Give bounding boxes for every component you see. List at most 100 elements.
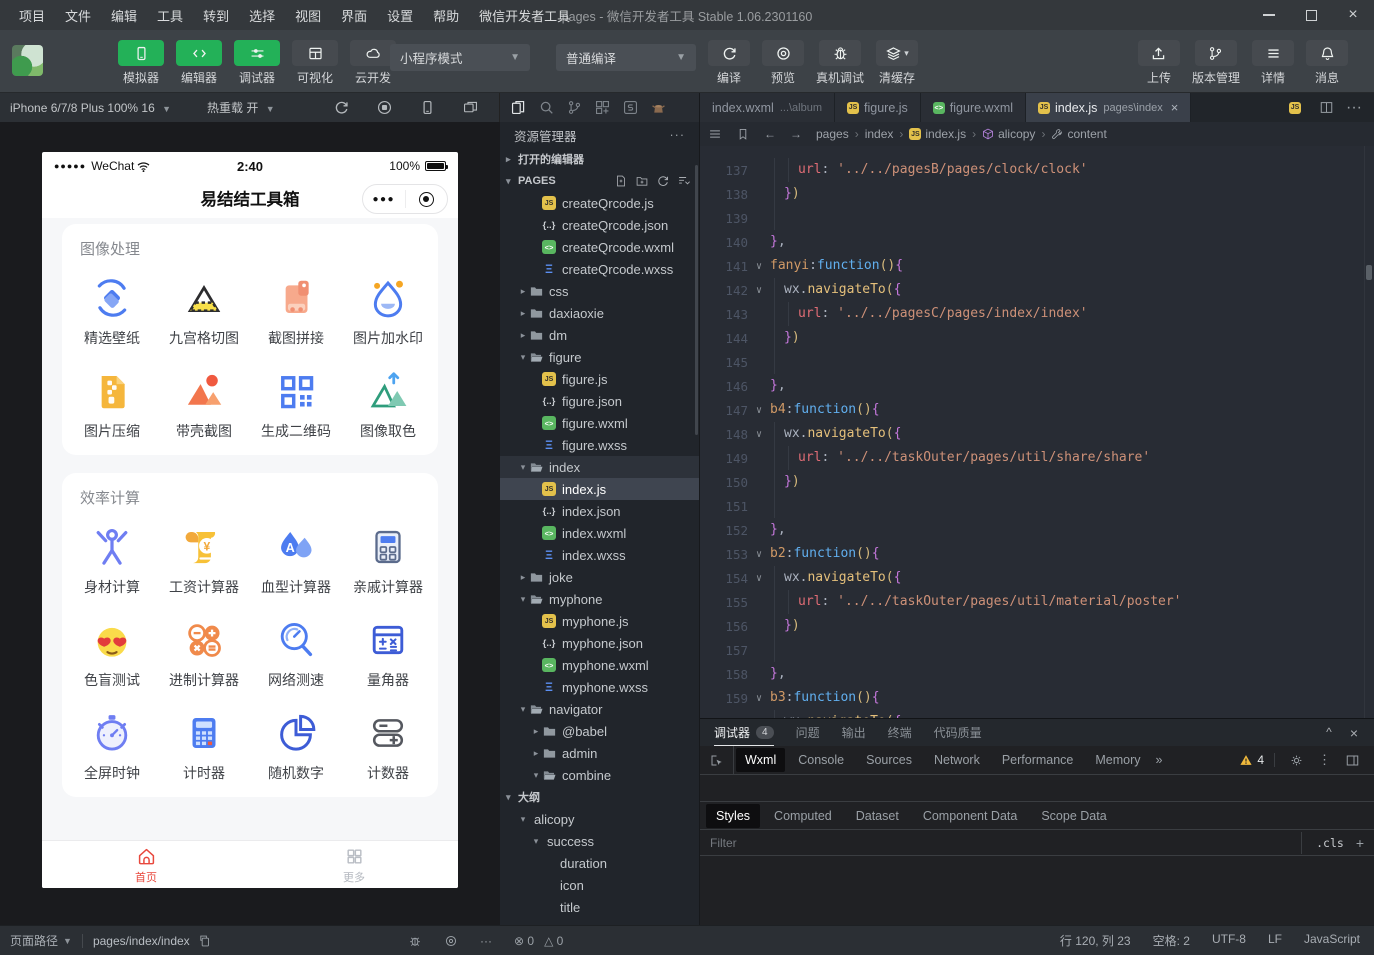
tree-file-figure.json[interactable]: {..}figure.json bbox=[500, 390, 699, 412]
toolbar-action-上传[interactable]: 上传 bbox=[1138, 40, 1180, 86]
pages-root-section[interactable]: ▾PAGES bbox=[500, 170, 699, 192]
debugger-tab-代码质量[interactable]: 代码质量 bbox=[934, 719, 982, 746]
inspect-element-icon[interactable] bbox=[700, 746, 734, 774]
menu-item-工具[interactable]: 工具 bbox=[148, 3, 192, 28]
grid-item-截图拼接[interactable]: 截图拼接 bbox=[250, 261, 342, 354]
debugger-tab-调试器[interactable]: 调试器4 bbox=[714, 719, 774, 746]
toolbar-button-模拟器[interactable]: 模拟器 bbox=[118, 40, 164, 86]
grid-item-图像取色[interactable]: 图像取色 bbox=[342, 354, 434, 447]
devtools-tab-Sources[interactable]: Sources bbox=[857, 748, 921, 772]
outline-item-duration[interactable]: duration bbox=[500, 852, 699, 874]
grid-item-进制计算器[interactable]: 进制计算器 bbox=[158, 603, 250, 696]
editor-tab-figure.wxml[interactable]: <>figure.wxml bbox=[921, 93, 1026, 122]
tree-folder-dm[interactable]: ▸dm bbox=[500, 324, 699, 346]
explorer-scrollbar[interactable] bbox=[695, 165, 698, 435]
devtools-tab-Wxml[interactable]: Wxml bbox=[736, 748, 785, 772]
snippets-icon[interactable] bbox=[622, 99, 639, 116]
toolbar-action-编译[interactable]: 编译 bbox=[708, 40, 750, 86]
exit-button[interactable] bbox=[406, 192, 448, 207]
compile-mode-select[interactable]: 普通编译▼ bbox=[556, 44, 696, 71]
outline-section[interactable]: ▾大纲 bbox=[500, 786, 699, 808]
refresh-explorer-icon[interactable] bbox=[656, 174, 670, 188]
outline-item-alicopy[interactable]: ▾alicopy bbox=[500, 808, 699, 830]
styles-tab-Scope Data[interactable]: Scope Data bbox=[1031, 804, 1116, 828]
dock-side-icon[interactable] bbox=[1345, 753, 1360, 768]
grid-item-工资计算器[interactable]: ¥工资计算器 bbox=[158, 510, 250, 603]
tree-file-myphone.wxml[interactable]: <>myphone.wxml bbox=[500, 654, 699, 676]
menu-item-项目[interactable]: 项目 bbox=[10, 3, 54, 28]
tree-folder-navigator[interactable]: ▾navigator bbox=[500, 698, 699, 720]
menu-item-设置[interactable]: 设置 bbox=[378, 3, 422, 28]
breadcrumb-item-content[interactable]: content bbox=[1051, 127, 1106, 141]
tree-folder-combine[interactable]: ▾combine bbox=[500, 764, 699, 786]
tree-file-figure.js[interactable]: JSfigure.js bbox=[500, 368, 699, 390]
close-button[interactable]: × bbox=[1332, 0, 1374, 30]
plugin-icon[interactable] bbox=[650, 99, 667, 116]
toolbar-button-编辑器[interactable]: 编辑器 bbox=[176, 40, 222, 86]
multi-window-icon[interactable] bbox=[462, 99, 479, 116]
editor-tab-index.js[interactable]: JSindex.jspages\index× bbox=[1026, 93, 1191, 122]
menu-item-编辑[interactable]: 编辑 bbox=[102, 3, 146, 28]
tabbar-item-更多[interactable]: 更多 bbox=[250, 841, 458, 888]
fold-chevron-icon[interactable]: ∨ bbox=[748, 405, 770, 416]
grid-item-九宫格切图[interactable]: 九宫格切图 bbox=[158, 261, 250, 354]
wxml-elements-area[interactable] bbox=[700, 775, 1374, 802]
devtools-tab-Console[interactable]: Console bbox=[789, 748, 853, 772]
debugger-tab-终端[interactable]: 终端 bbox=[888, 719, 912, 746]
add-style-button[interactable]: + bbox=[1354, 835, 1364, 851]
devtools-tab-Network[interactable]: Network bbox=[925, 748, 989, 772]
close-tab-icon[interactable]: × bbox=[1171, 100, 1179, 115]
grid-item-计时器[interactable]: 计时器 bbox=[158, 696, 250, 789]
grid-item-量角器[interactable]: 量角器 bbox=[342, 603, 434, 696]
error-count[interactable]: ⊗ 0 bbox=[514, 934, 534, 948]
more-status-icon[interactable]: ··· bbox=[480, 934, 492, 948]
grid-item-精选壁纸[interactable]: 精选壁纸 bbox=[66, 261, 158, 354]
menu-item-微信开发者工具[interactable]: 微信开发者工具 bbox=[470, 3, 579, 28]
styles-tab-Styles[interactable]: Styles bbox=[706, 804, 760, 828]
split-editor-icon[interactable] bbox=[1319, 100, 1334, 115]
toolbar-action-清缓存[interactable]: ▾清缓存 bbox=[876, 40, 918, 86]
language-indicator[interactable]: JavaScript bbox=[1304, 932, 1360, 949]
breadcrumb-item-pages[interactable]: pages bbox=[816, 127, 849, 141]
grid-item-全屏时钟[interactable]: 全屏时钟 bbox=[66, 696, 158, 789]
outline-item-title[interactable]: title bbox=[500, 896, 699, 918]
menu-item-转到[interactable]: 转到 bbox=[194, 3, 238, 28]
more-menu-button[interactable]: ●●● bbox=[363, 194, 405, 205]
more-actions-icon[interactable]: ··· bbox=[1346, 99, 1362, 117]
preview-eye-icon[interactable] bbox=[444, 934, 458, 948]
devtools-tab-Performance[interactable]: Performance bbox=[993, 748, 1083, 772]
menu-item-帮助[interactable]: 帮助 bbox=[424, 3, 468, 28]
explorer-activity-icon[interactable] bbox=[510, 99, 527, 116]
toolbar-action-消息[interactable]: 消息 bbox=[1306, 40, 1348, 86]
breadcrumb-item-alicopy[interactable]: alicopy bbox=[982, 127, 1035, 141]
open-editors-section[interactable]: ▸打开的编辑器 bbox=[500, 148, 699, 170]
tree-folder-index[interactable]: ▾index bbox=[500, 456, 699, 478]
device-icon[interactable] bbox=[419, 99, 436, 116]
tree-file-figure.wxml[interactable]: <>figure.wxml bbox=[500, 412, 699, 434]
tree-file-myphone.wxss[interactable]: Ξmyphone.wxss bbox=[500, 676, 699, 698]
fold-chevron-icon[interactable]: ∨ bbox=[748, 573, 770, 584]
toolbar-action-版本管理[interactable]: 版本管理 bbox=[1192, 40, 1240, 86]
nav-forward-icon[interactable]: → bbox=[790, 127, 802, 141]
hot-reload-toggle[interactable]: 热重载 开 ▼ bbox=[207, 99, 275, 116]
tree-file-myphone.json[interactable]: {..}myphone.json bbox=[500, 632, 699, 654]
fold-chevron-icon[interactable]: ∨ bbox=[748, 549, 770, 560]
tree-file-createQrcode.wxss[interactable]: ΞcreateQrcode.wxss bbox=[500, 258, 699, 280]
line-col-indicator[interactable]: 行 120, 列 23 bbox=[1060, 932, 1131, 949]
editor-tab-figure.js[interactable]: JSfigure.js bbox=[835, 93, 921, 122]
toolbar-action-真机调试[interactable]: 真机调试 bbox=[816, 40, 864, 86]
project-avatar[interactable] bbox=[12, 45, 43, 76]
extensions-icon[interactable] bbox=[594, 99, 611, 116]
grid-item-带壳截图[interactable]: 带壳截图 bbox=[158, 354, 250, 447]
devtools-settings-icon[interactable] bbox=[1289, 753, 1304, 768]
editor-tab-index.wxml[interactable]: index.wxml...\album bbox=[700, 93, 835, 122]
fold-chevron-icon[interactable]: ∨ bbox=[748, 429, 770, 440]
breadcrumb-item-index.js[interactable]: JSindex.js bbox=[909, 127, 966, 141]
tree-folder-css[interactable]: ▸css bbox=[500, 280, 699, 302]
bookmark-icon[interactable] bbox=[736, 127, 750, 141]
fold-chevron-icon[interactable]: ∨ bbox=[748, 285, 770, 296]
page-path-select[interactable]: 页面路径▼ bbox=[0, 932, 72, 949]
eol-indicator[interactable]: LF bbox=[1268, 932, 1282, 949]
devtools-menu-icon[interactable]: ⋮ bbox=[1318, 752, 1331, 768]
tree-file-index.js[interactable]: JSindex.js bbox=[500, 478, 699, 500]
